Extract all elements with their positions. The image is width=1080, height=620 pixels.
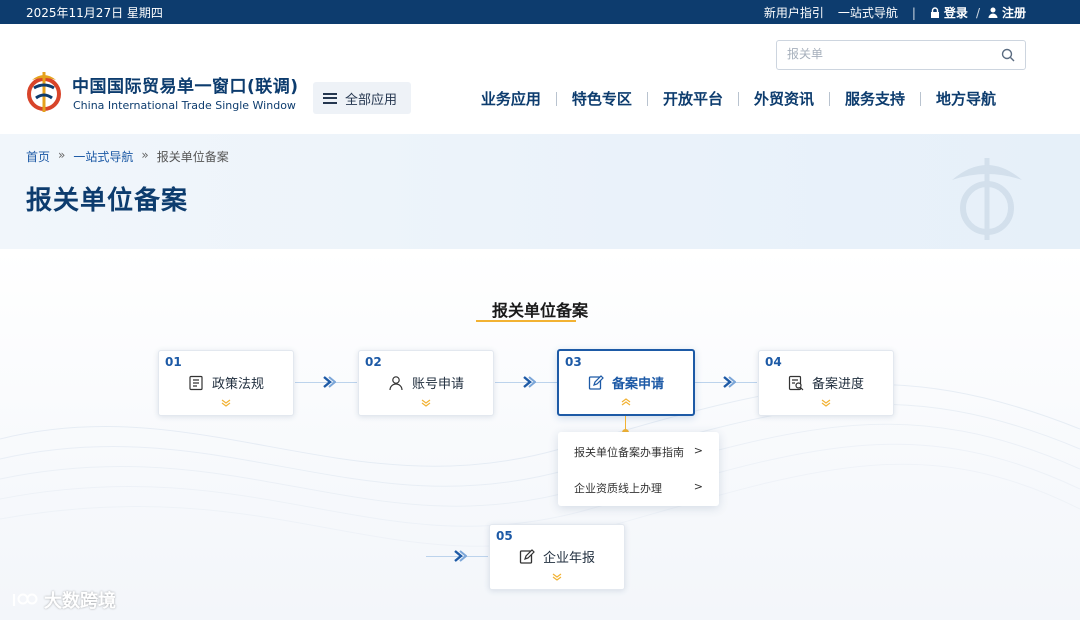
edit-icon	[519, 548, 535, 564]
breadcrumb-current: 报关单位备案	[156, 150, 229, 164]
breadcrumb-separator: »	[58, 148, 66, 162]
search-box	[776, 40, 1026, 70]
nav-business-apps[interactable]: 业务应用	[466, 88, 556, 109]
menu-icon	[323, 92, 337, 104]
filing-submenu: 报关单位备案办事指南 > 企业资质线上办理 >	[558, 432, 719, 506]
process-section: 报关单位备案 01 政策法规 02 账号申请 03 备案申请 04 备案进度 0…	[0, 249, 1080, 620]
submenu-item-label: 报关单位备案办事指南	[574, 446, 684, 459]
search-icon[interactable]	[1001, 48, 1015, 62]
section-title: 报关单位备案	[491, 301, 588, 320]
breadcrumb-separator: »	[141, 148, 149, 162]
document-list-icon	[189, 375, 203, 390]
divider: |	[911, 5, 916, 20]
submenu-item-guide[interactable]: 报关单位备案办事指南 >	[574, 444, 703, 460]
step-label: 备案进度	[811, 377, 864, 392]
step-number: 03	[565, 355, 582, 369]
all-apps-button[interactable]: 全部应用	[313, 82, 411, 114]
emblem-watermark-icon	[952, 158, 1022, 240]
connector-arrow-icon	[454, 550, 467, 562]
brand-name-en: China International Trade Single Window	[73, 99, 296, 112]
connector-arrow-icon	[323, 376, 336, 388]
step-card-account[interactable]: 02 账号申请	[358, 350, 494, 416]
nav-service-support[interactable]: 服务支持	[830, 88, 920, 109]
connector-arrow-icon	[523, 376, 536, 388]
top-links: 新用户指引 一站式导航 | 登录 / 注册	[764, 4, 1026, 21]
step-card-filing[interactable]: 03 备案申请	[557, 349, 695, 416]
step-number: 01	[165, 355, 182, 369]
connector-arrow-icon	[723, 376, 736, 388]
step-number: 05	[496, 529, 513, 543]
login-link[interactable]: 登录	[930, 4, 968, 21]
login-label: 登录	[943, 6, 968, 20]
watermark-logo-icon	[12, 593, 38, 606]
user-icon	[389, 375, 403, 390]
page-title: 报关单位备案	[26, 186, 189, 216]
watermark: 大数跨境	[10, 587, 116, 613]
page-banner: 首页 » 一站式导航 » 报关单位备案 报关单位备案	[0, 134, 1080, 249]
chevron-up-icon	[559, 391, 693, 410]
search-document-icon	[788, 375, 804, 390]
breadcrumb: 首页 » 一站式导航 » 报关单位备案	[26, 148, 229, 165]
search-input[interactable]	[787, 47, 987, 61]
breadcrumb-home[interactable]: 首页	[26, 148, 50, 165]
step-card-policy[interactable]: 01 政策法规	[158, 350, 294, 416]
submenu-item-online[interactable]: 企业资质线上办理 >	[574, 480, 703, 496]
chevron-down-icon	[490, 566, 624, 585]
register-link[interactable]: 注册	[988, 4, 1026, 21]
step-card-annual-report[interactable]: 05 企业年报	[489, 524, 625, 590]
dropdown-connector	[625, 416, 626, 430]
watermark-text: 大数跨境	[44, 591, 116, 612]
step-label: 企业年报	[542, 551, 595, 566]
nav-open-platform[interactable]: 开放平台	[648, 88, 738, 109]
user-icon	[988, 7, 998, 18]
step-label: 账号申请	[411, 377, 464, 392]
step-number: 04	[765, 355, 782, 369]
step-label: 备案申请	[611, 377, 664, 392]
chevron-down-icon	[159, 392, 293, 411]
brand-name-cn: 中国国际贸易单一窗口(联调)	[72, 77, 299, 97]
single-window-logo[interactable]	[26, 68, 62, 114]
step-label: 政策法规	[211, 377, 264, 392]
submenu-item-label: 企业资质线上办理	[574, 482, 662, 495]
chevron-down-icon	[759, 392, 893, 411]
onestop-nav-link[interactable]: 一站式导航	[838, 4, 898, 21]
nav-featured-zone[interactable]: 特色专区	[557, 88, 647, 109]
date-text: 2025年11月27日 星期四	[26, 6, 163, 20]
nav-trade-news[interactable]: 外贸资讯	[739, 88, 829, 109]
register-label: 注册	[1001, 6, 1026, 20]
lock-icon	[930, 7, 939, 18]
edit-icon	[588, 374, 604, 390]
nav-local-navigation[interactable]: 地方导航	[921, 88, 1011, 109]
slash-divider: /	[975, 5, 980, 20]
step-card-progress[interactable]: 04 备案进度	[758, 350, 894, 416]
chevron-down-icon	[359, 392, 493, 411]
step-number: 02	[365, 355, 382, 369]
main-nav: 业务应用 特色专区 开放平台 外贸资讯 服务支持 地方导航	[466, 88, 1011, 109]
chevron-right-icon: >	[693, 480, 703, 493]
chevron-right-icon: >	[693, 444, 703, 457]
all-apps-label: 全部应用	[345, 92, 398, 108]
title-underline	[476, 320, 576, 322]
top-bar: 2025年11月27日 星期四 新用户指引 一站式导航 | 登录 / 注册	[0, 0, 1080, 24]
new-user-guide-link[interactable]: 新用户指引	[764, 4, 824, 21]
breadcrumb-onestop[interactable]: 一站式导航	[73, 148, 133, 165]
site-header: 中国国际贸易单一窗口(联调) China International Trade…	[0, 24, 1080, 134]
